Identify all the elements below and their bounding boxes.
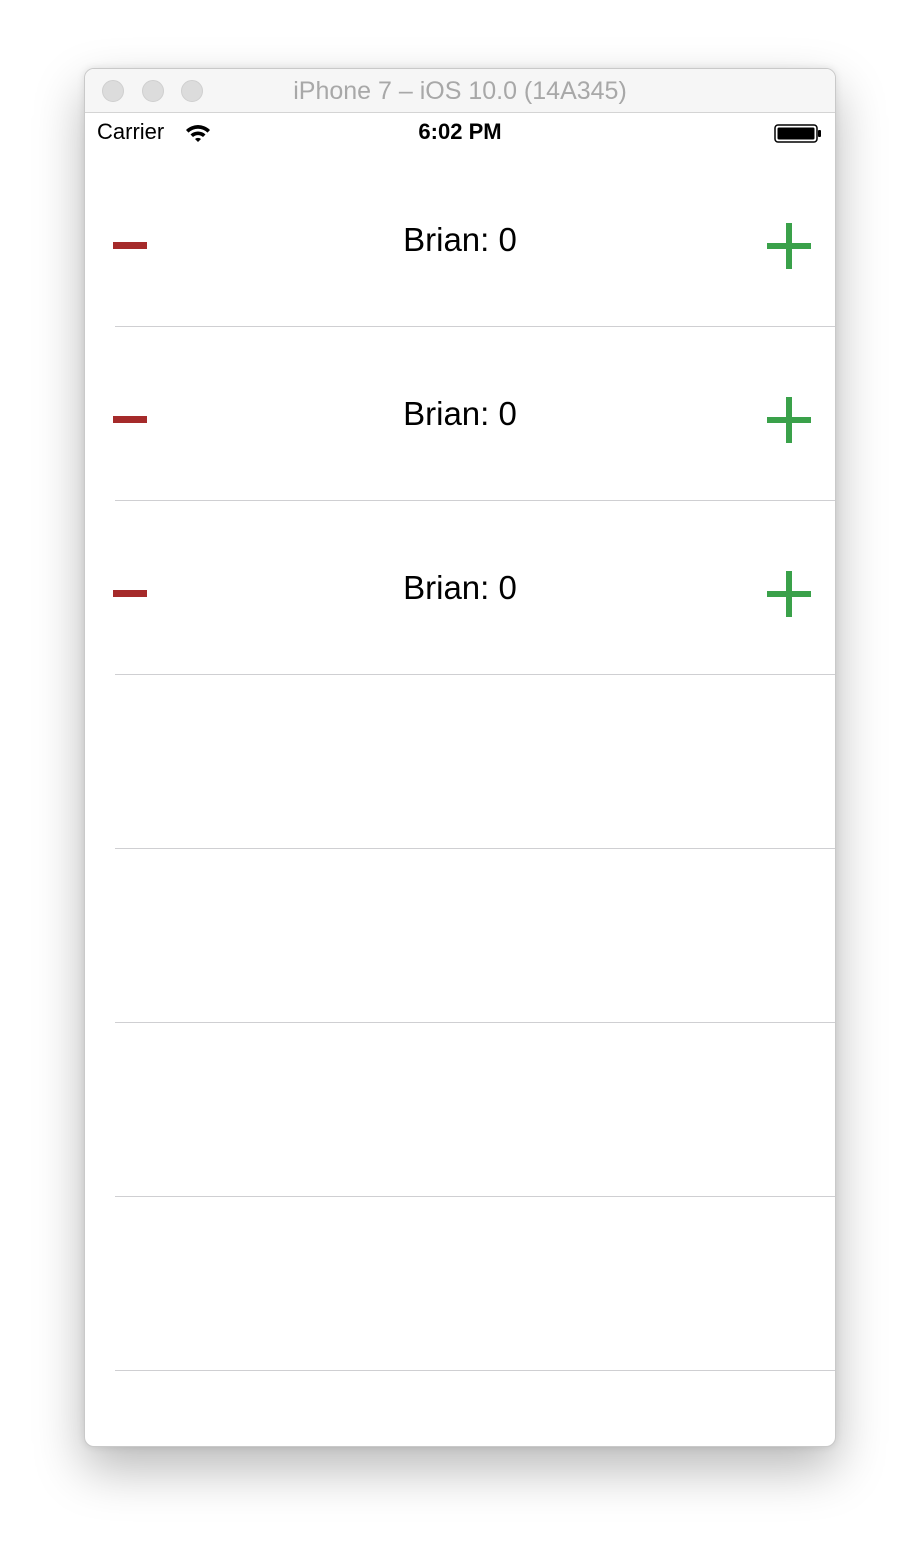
- empty-row: [85, 849, 835, 1023]
- player-list: Brian: 0 Brian: 0 Brian: 0: [85, 153, 835, 1371]
- row-separator: [115, 1370, 835, 1371]
- increment-button[interactable]: [765, 223, 813, 271]
- window-titlebar: iPhone 7 – iOS 10.0 (14A345): [85, 69, 835, 113]
- player-score-label: Brian: 0: [403, 395, 517, 432]
- status-time: 6:02 PM: [418, 119, 502, 144]
- player-row: Brian: 0: [85, 153, 835, 327]
- player-row: Brian: 0: [85, 501, 835, 675]
- status-bar: Carrier 6:02 PM: [85, 113, 835, 153]
- increment-button[interactable]: [765, 571, 813, 619]
- empty-row: [85, 1197, 835, 1371]
- increment-button[interactable]: [765, 397, 813, 445]
- empty-row: [85, 675, 835, 849]
- battery-icon: [774, 124, 821, 143]
- player-score-label: Brian: 0: [403, 569, 517, 606]
- player-row: Brian: 0: [85, 327, 835, 501]
- window-title: iPhone 7 – iOS 10.0 (14A345): [293, 77, 627, 105]
- empty-row: [85, 1023, 835, 1197]
- simulator-window: iPhone 7 – iOS 10.0 (14A345) Carrier 6:0…: [84, 68, 836, 1447]
- player-score-label: Brian: 0: [403, 221, 517, 258]
